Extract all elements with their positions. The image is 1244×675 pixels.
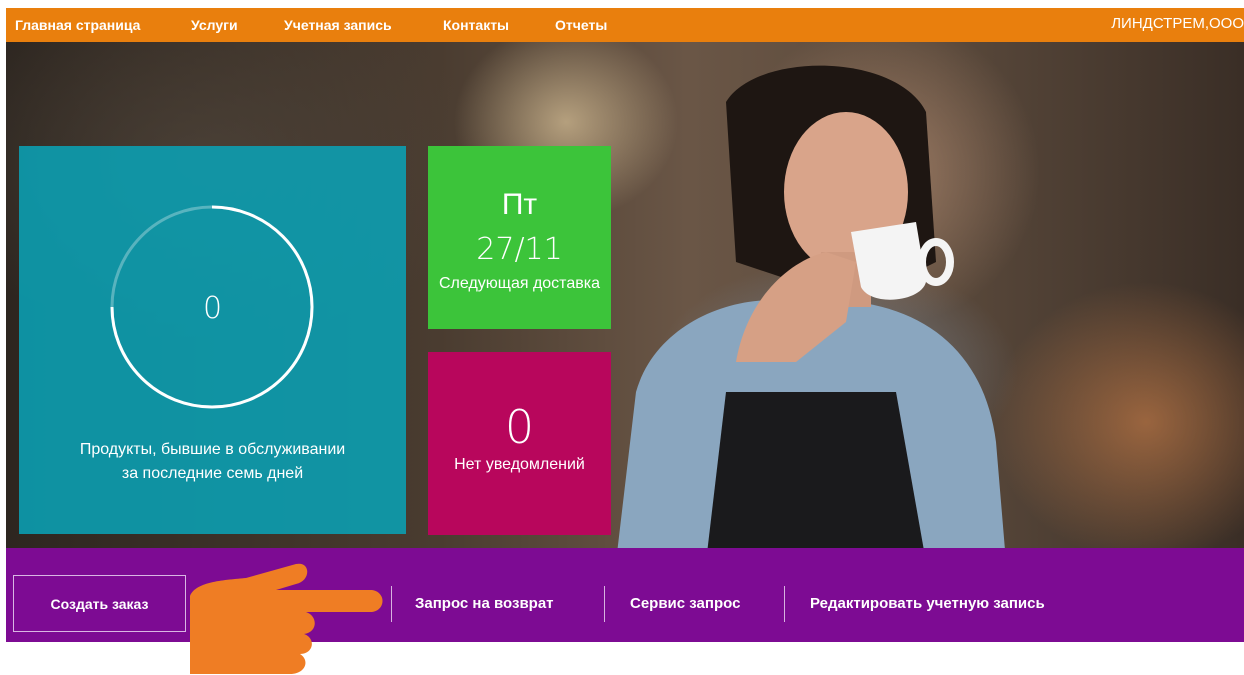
next-delivery-tile[interactable]: Пт 27/11 Следующая доставка bbox=[428, 146, 611, 329]
hero-banner: 0 Продукты, бывшие в обслуживании за пос… bbox=[6, 42, 1244, 548]
pointing-hand-icon bbox=[190, 563, 383, 674]
delivery-day: Пт bbox=[501, 188, 538, 221]
products-count: 0 bbox=[202, 291, 223, 326]
edit-account-link[interactable]: Редактировать учетную запись bbox=[810, 595, 1045, 612]
service-request-link[interactable]: Сервис запрос bbox=[630, 595, 740, 612]
delivery-date: 27/11 bbox=[476, 232, 563, 267]
products-label: Продукты, бывшие в обслуживании за после… bbox=[79, 441, 346, 482]
divider bbox=[391, 586, 392, 622]
nav-item-home[interactable]: Главная страница bbox=[15, 17, 140, 33]
nav-item-services[interactable]: Услуги bbox=[191, 17, 238, 33]
nav-item-account[interactable]: Учетная запись bbox=[284, 17, 392, 33]
account-name[interactable]: ЛИНДСТРЕМ,ООО bbox=[1111, 15, 1244, 32]
products-serviced-tile[interactable]: 0 Продукты, бывшие в обслуживании за пос… bbox=[19, 146, 406, 534]
notifications-count: 0 bbox=[504, 400, 535, 454]
delivery-label: Следующая доставка bbox=[439, 275, 600, 292]
nav-item-reports[interactable]: Отчеты bbox=[555, 17, 607, 33]
barista-photo bbox=[617, 65, 1005, 548]
nav-item-contacts[interactable]: Контакты bbox=[443, 17, 509, 33]
notifications-label: Нет уведомлений bbox=[454, 456, 585, 473]
create-order-button[interactable]: Создать заказ bbox=[13, 575, 186, 632]
return-request-link[interactable]: Запрос на возврат bbox=[415, 595, 554, 612]
notifications-tile[interactable]: 0 Нет уведомлений bbox=[428, 352, 611, 535]
top-navigation: Главная страница Услуги Учетная запись К… bbox=[6, 8, 1244, 42]
divider bbox=[784, 586, 785, 622]
divider bbox=[604, 586, 605, 622]
